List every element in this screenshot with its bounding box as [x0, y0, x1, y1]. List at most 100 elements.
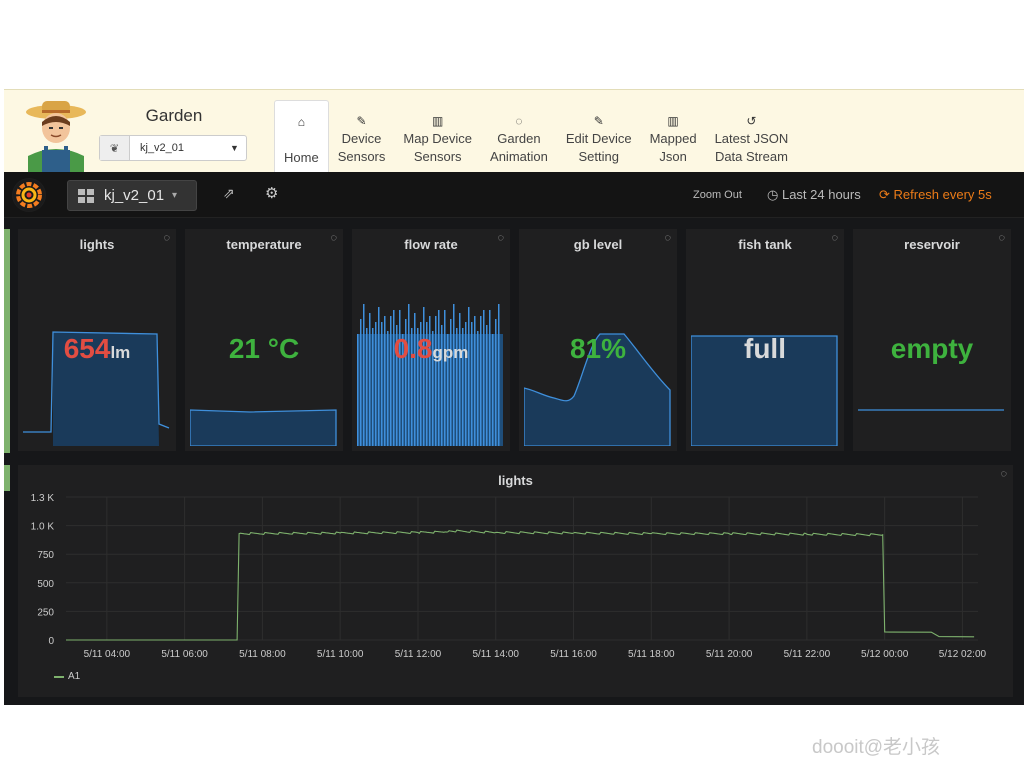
stat-panel-gb-level[interactable]: gb level ◌ 81% — [519, 229, 677, 451]
sparkline-bar — [453, 304, 455, 446]
stat-value: 21 °C — [185, 333, 343, 365]
clock-icon: ◷ — [767, 187, 782, 202]
stat-number: 21 °C — [228, 333, 300, 364]
sparkline-bar — [363, 304, 365, 446]
time-range-label: Last 24 hours — [781, 187, 861, 202]
dashboard-grid-icon — [78, 188, 94, 203]
x-tick-label: 5/12 00:00 — [861, 649, 909, 660]
sparkline-bar — [408, 304, 410, 446]
stat-title: gb level — [573, 237, 623, 252]
nav-item-label: Edit Device Setting — [565, 131, 632, 164]
zoom-out-button[interactable]: Zoom Out — [693, 189, 742, 201]
x-tick-label: 5/11 06:00 — [161, 649, 208, 660]
stat-panel-flow-rate[interactable]: flow rate ◌ 0.8gpm — [352, 229, 510, 451]
y-tick-label: 500 — [37, 579, 54, 590]
nav-item-garden-animation[interactable]: ◌ Garden Animation — [481, 100, 557, 173]
nav-item-label: Mapped Json — [649, 131, 697, 164]
x-tick-label: 5/12 02:00 — [939, 649, 987, 660]
grafana-navbar: kj_v2_01 ▾ ⇗ ⚙ Zoom Out ◷ Last 24 hours … — [4, 172, 1024, 218]
time-range-picker[interactable]: ◷ Last 24 hours — [767, 187, 861, 203]
share-icon[interactable]: ⇗ — [223, 185, 235, 202]
x-tick-label: 5/11 16:00 — [550, 649, 597, 660]
x-tick-label: 5/11 14:00 — [472, 649, 519, 660]
legend-label: A1 — [68, 671, 81, 682]
sparkline-bar — [444, 310, 446, 446]
stat-value: empty — [853, 333, 1011, 365]
spinner-icon: ◌ — [998, 232, 1005, 244]
sparkline-bar — [393, 310, 395, 446]
x-tick-label: 5/11 20:00 — [706, 649, 753, 660]
nav-item-label: Home — [284, 150, 319, 165]
spinner-icon: ◌ — [664, 232, 671, 244]
x-tick-label: 5/11 10:00 — [317, 649, 364, 660]
garden-header: Garden ❦ kj_v2_01 ▼ ⌂ Home ✎ Device Sensors… — [4, 89, 1024, 173]
row-marker — [4, 465, 10, 491]
stat-panel-lights[interactable]: lights ◌ 654lm — [18, 229, 176, 451]
y-tick-label: 1.0 K — [31, 522, 55, 533]
spinner-icon: ◌ — [330, 232, 337, 244]
spinner-icon: ◌ — [497, 232, 504, 244]
stat-value: full — [686, 333, 844, 365]
home-icon: ⌂ — [297, 115, 305, 129]
pencil-icon: ✎ — [593, 114, 604, 128]
grafana-logo[interactable] — [12, 178, 46, 212]
stat-title: fish tank — [738, 237, 792, 252]
stat-panel-fish-tank[interactable]: fish tank ◌ full — [686, 229, 844, 451]
stat-title: temperature — [226, 237, 302, 252]
x-tick-label: 5/11 08:00 — [239, 649, 286, 660]
spinner-icon: ◌ — [163, 232, 170, 244]
nav-item-mapped-json[interactable]: ▥ Mapped Json — [641, 100, 706, 173]
garden-title: Garden — [145, 106, 203, 125]
y-tick-label: 250 — [37, 607, 54, 618]
device-select-value: kj_v2_01 — [140, 142, 185, 154]
stat-number: 654 — [63, 333, 111, 364]
graph-legend[interactable]: A1 — [54, 671, 80, 682]
plug-icon: ✎ — [356, 114, 367, 128]
row-marker — [4, 229, 10, 453]
nav-item-home[interactable]: ⌂ Home — [274, 100, 329, 173]
stat-title: lights — [79, 237, 115, 252]
watermark: doooit@老小孩 — [812, 737, 941, 758]
refresh-icon: ⟳ — [879, 187, 894, 202]
stat-unit: gpm — [432, 343, 469, 362]
x-tick-label: 5/11 18:00 — [628, 649, 675, 660]
sparkline-bar — [423, 307, 425, 446]
sparkline-bar — [489, 310, 491, 446]
refresh-interval[interactable]: ⟳ Refresh every 5s — [879, 187, 992, 203]
sparkline-bar — [498, 304, 500, 446]
nav-item-label: Map Device Sensors — [403, 131, 473, 164]
stat-panel-temperature[interactable]: temperature ◌ 21 °C — [185, 229, 343, 451]
history-icon: ↺ — [746, 114, 757, 128]
gear-icon[interactable]: ⚙ — [265, 184, 278, 202]
nav-item-map-device-sensors[interactable]: ▥ Map Device Sensors — [394, 100, 481, 173]
main-nav: ⌂ Home ✎ Device Sensors ▥ Map Device Sensors ◌… — [274, 100, 797, 173]
lights-graph: 1.3 K 1.0 K 750 500 250 0 5/11 04:00 5/11 06:00… — [31, 493, 987, 660]
lights-graph-panel[interactable]: lights ◌ 1.3 K 1.0 K 750 500 250 0 5/11 04:00 5… — [18, 465, 1013, 697]
nav-item-device-sensors[interactable]: ✎ Device Sensors — [329, 100, 395, 173]
stat-title: reservoir — [904, 237, 960, 252]
sparkline-line — [190, 409, 337, 446]
nav-item-latest-json-data-stream[interactable]: ↺ Latest JSON Data Stream — [706, 100, 798, 173]
series-line-A1 — [66, 529, 975, 641]
map-icon: ▥ — [667, 114, 679, 128]
stat-number: 0.8 — [393, 333, 433, 364]
nav-item-label: Garden Animation — [490, 131, 548, 164]
stat-value: 654lm — [18, 333, 176, 365]
x-tick-label: 5/11 12:00 — [395, 649, 442, 660]
caret-down-icon: ▾ — [172, 190, 178, 201]
nav-item-edit-device-setting[interactable]: ✎ Edit Device Setting — [557, 100, 641, 173]
x-tick-label: 5/11 04:00 — [84, 649, 131, 660]
dashboard-picker[interactable]: kj_v2_01 ▾ — [67, 180, 197, 211]
stat-panel-reservoir[interactable]: reservoir ◌ empty — [853, 229, 1011, 451]
stat-value: 81% — [519, 333, 677, 365]
device-select[interactable]: ❦ kj_v2_01 ▼ — [99, 135, 247, 161]
y-tick-label: 750 — [37, 550, 54, 561]
stat-unit: lm — [110, 343, 131, 362]
sparkline-bar — [399, 310, 401, 446]
y-tick-label: 0 — [48, 636, 54, 647]
spinner-icon: ◌ — [515, 114, 523, 128]
leaf-icon: ❦ — [100, 136, 130, 160]
refresh-label: Refresh every 5s — [893, 187, 992, 202]
stat-number: 81% — [569, 333, 627, 364]
dashboard-name: kj_v2_01 — [104, 187, 165, 204]
